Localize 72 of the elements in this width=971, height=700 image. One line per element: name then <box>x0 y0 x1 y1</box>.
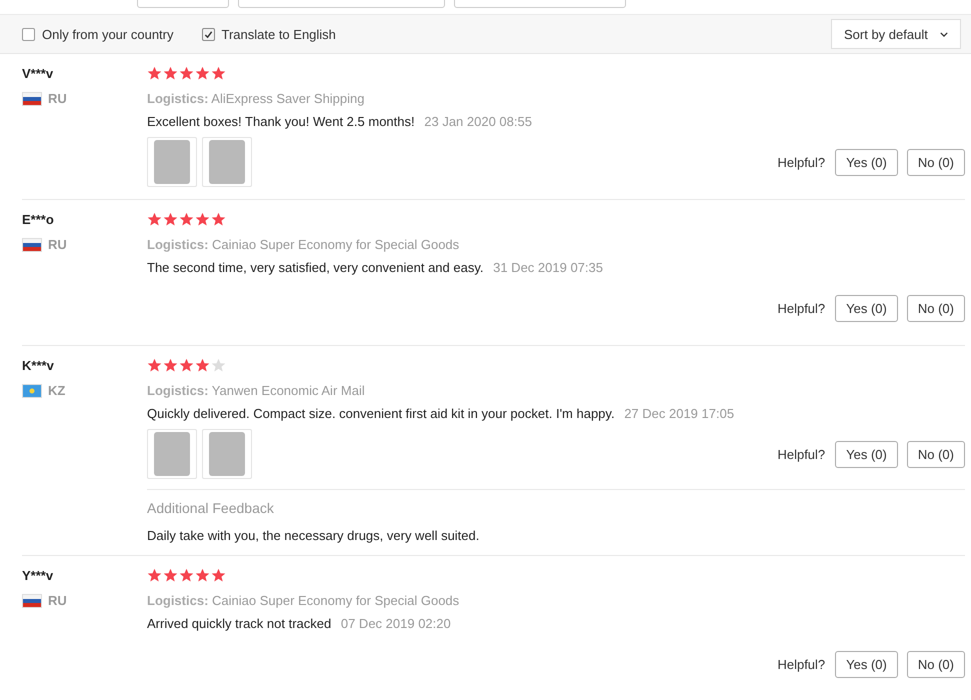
star-icon <box>195 212 210 227</box>
star-icon <box>211 568 226 583</box>
checkbox[interactable] <box>202 28 214 40</box>
checkbox-label: Translate to English <box>222 26 336 42</box>
star-icon <box>211 66 226 81</box>
review-date: 31 Dec 2019 07:35 <box>493 260 603 275</box>
star-icon <box>147 358 162 373</box>
star-icon <box>179 358 194 373</box>
star-icon <box>163 358 178 373</box>
helpful-label: Helpful? <box>777 300 826 316</box>
star-icon <box>163 66 178 81</box>
yes-button[interactable]: Yes (0) <box>835 148 898 176</box>
photo-placeholder <box>154 432 190 476</box>
logistics-info: Logistics: Yanwen Economic Air Mail <box>147 383 366 398</box>
yes-button[interactable]: Yes (0) <box>835 294 898 322</box>
photo-thumbnail[interactable] <box>202 429 252 479</box>
review-date: 23 Jan 2020 08:55 <box>424 114 532 129</box>
photo-placeholder <box>209 140 245 184</box>
flag-icon <box>22 594 42 608</box>
country-code: RU <box>48 593 67 608</box>
star-icon <box>179 66 194 81</box>
country-code: RU <box>48 91 67 106</box>
helpful-label: Helpful? <box>777 656 826 672</box>
photo-thumbnail[interactable] <box>147 137 197 187</box>
country-code: RU <box>48 237 67 252</box>
yes-button[interactable]: Yes (0) <box>835 440 898 468</box>
sort-dropdown[interactable]: Sort by default <box>831 19 961 49</box>
additional-feedback-text: Daily take with you, the necessary drugs, very well suited. <box>147 528 480 543</box>
photo-thumbnail[interactable] <box>147 429 197 479</box>
star-icon <box>179 212 194 227</box>
star-icon <box>195 358 210 373</box>
helpful-label: Helpful? <box>777 446 826 462</box>
star-icon <box>163 212 178 227</box>
flag-icon <box>22 384 42 398</box>
logistics-info: Logistics: Cainiao Super Economy for Special Goods <box>147 593 460 608</box>
yes-button[interactable]: Yes (0) <box>835 650 898 678</box>
no-button[interactable]: No (0) <box>906 148 965 176</box>
logistics-info: Logistics: AliExpress Saver Shipping <box>147 91 366 106</box>
star-icon <box>147 568 162 583</box>
star-icon <box>179 568 194 583</box>
country-code: KZ <box>48 383 66 398</box>
photo-placeholder <box>154 140 190 184</box>
logistics-info: Logistics: Cainiao Super Economy for Special Goods <box>147 237 460 252</box>
star-icon <box>195 568 210 583</box>
star-icon <box>211 212 226 227</box>
star-icon <box>147 212 162 227</box>
review-text: The second time, very satisfied, very convenient and easy. <box>147 260 484 275</box>
reviewer-name: Y***v <box>22 568 54 583</box>
review-text: Quickly delivered. Compact size. convenient first aid kit in your pocket. I'm happy. <box>147 406 615 421</box>
reviewer-name: V***v <box>22 66 54 81</box>
flag-icon <box>22 92 42 106</box>
reviewer-name: E***o <box>22 212 55 227</box>
no-button[interactable]: No (0) <box>906 294 965 322</box>
photo-placeholder <box>209 432 245 476</box>
helpful-label: Helpful? <box>777 154 826 170</box>
review-text: Excellent boxes! Thank you! Went 2.5 months! <box>147 114 415 129</box>
no-button[interactable]: No (0) <box>906 650 965 678</box>
star-icon <box>147 66 162 81</box>
photo-thumbnail[interactable] <box>202 137 252 187</box>
reviewer-name: K***v <box>22 358 55 373</box>
chevron-down-icon <box>940 32 948 36</box>
star-icon <box>195 66 210 81</box>
star-icon <box>163 568 178 583</box>
star-icon <box>211 358 226 373</box>
review-date: 27 Dec 2019 17:05 <box>624 406 734 421</box>
no-button[interactable]: No (0) <box>906 440 965 468</box>
checkbox-label: Only from your country <box>42 26 174 42</box>
review-date: 07 Dec 2019 02:20 <box>340 616 451 631</box>
checkbox[interactable] <box>22 28 35 40</box>
additional-feedback-title: Additional Feedback <box>147 500 275 516</box>
flag-icon <box>22 238 42 252</box>
review-text: Arrived quickly track not tracked <box>147 616 332 631</box>
